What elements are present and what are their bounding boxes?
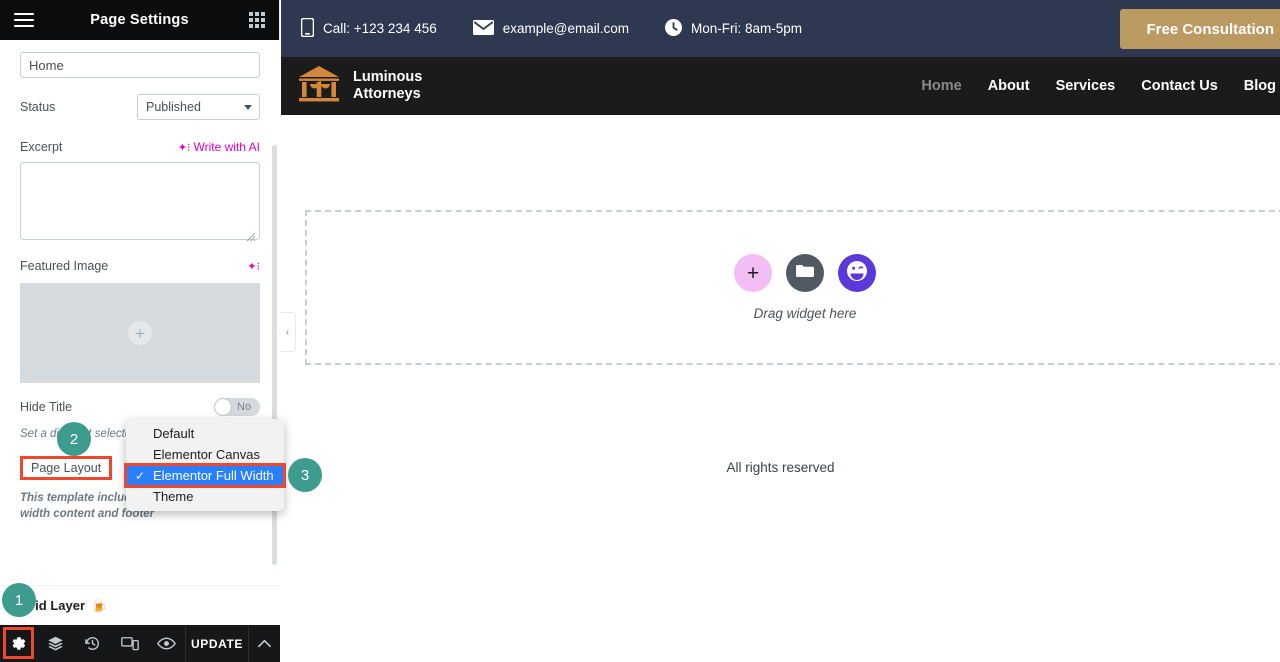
topbar-hours: Mon-Fri: 8am-5pm [664,18,802,39]
sparkle-icon: ✦⁝ [177,141,191,154]
featured-image-placeholder[interactable]: + [20,283,260,383]
ai-builder-button[interactable] [838,254,876,292]
dropdown-option-default[interactable]: Default [126,423,284,444]
responsive-mode-button[interactable] [111,625,148,662]
preview-button[interactable] [148,625,185,662]
hide-title-toggle[interactable]: No [214,398,260,416]
hide-title-label: Hide Title [20,400,73,414]
hamburger-icon[interactable] [14,13,34,27]
ai-face-icon [846,260,868,287]
dropdown-option-elementor-full-width[interactable]: ✓ Elementor Full Width [124,463,286,488]
page-title: Page Settings [90,12,189,28]
dropdown-option-label: Elementor Full Width [153,468,274,483]
site-navbar: Luminous Attorneys Home About Services C… [281,57,1280,115]
brand-line-1: Luminous [353,68,423,85]
clock-icon [664,18,682,39]
hide-title-value: No [237,401,252,413]
beer-mug-icon: 🍺 [91,597,108,613]
topbar-phone[interactable]: Call: +123 234 456 [300,17,437,40]
add-element-button[interactable]: + [734,254,772,292]
elementor-settings-panel: Page Settings Status Published Excerpt ✦… [0,0,280,662]
toggle-knob [215,399,231,415]
excerpt-textarea[interactable] [20,162,260,240]
nav-link-services[interactable]: Services [1056,78,1116,94]
panel-header: Page Settings [0,0,279,40]
editor-bottom-toolbar: UPDATE [0,625,280,662]
navigator-layers-button[interactable] [37,625,74,662]
excerpt-label: Excerpt [20,140,63,154]
status-select[interactable]: Published [137,94,260,120]
sparkle-icon[interactable]: ✦⁝ [247,260,260,273]
dropdown-option-label: Default [153,426,195,441]
history-button[interactable] [74,625,111,662]
dropdown-option-elementor-canvas[interactable]: Elementor Canvas [126,444,284,465]
scales-courthouse-icon [297,64,341,109]
dropdown-option-label: Elementor Canvas [153,447,260,462]
step-badge-2: 2 [57,422,91,456]
page-title-input[interactable] [20,52,260,78]
site-nav-links: Home About Services Contact Us Blog [921,78,1280,94]
widget-dropzone[interactable]: + Drag widget here [305,210,1280,365]
write-with-ai-button[interactable]: ✦⁝ Write with AI [178,140,260,154]
topbar-hours-text: Mon-Fri: 8am-5pm [690,21,802,36]
panel-collapse-arrow[interactable]: ‹ [280,312,296,352]
app-root: Call: +123 234 456 example@email.com Mon… [0,0,1280,662]
dropdown-option-theme[interactable]: Theme [126,486,284,507]
check-icon: ✓ [135,468,146,483]
dropzone-buttons: + [734,254,876,292]
settings-gear-button[interactable] [0,625,37,662]
topbar-email-text: example@email.com [502,21,629,36]
template-library-button[interactable] [786,254,824,292]
brand-line-2: Attorneys [353,86,421,102]
nav-link-home[interactable]: Home [921,78,961,94]
topbar-phone-text: Call: +123 234 456 [323,21,437,36]
topbar-email[interactable]: example@email.com [472,19,629,38]
chevron-up-icon[interactable] [248,625,280,662]
site-logo[interactable]: Luminous Attorneys [297,64,422,109]
editor-canvas: Call: +123 234 456 example@email.com Mon… [281,0,1280,662]
grid-menu-icon[interactable] [249,12,265,28]
folder-icon [796,264,814,283]
site-topbar: Call: +123 234 456 example@email.com Mon… [281,0,1280,57]
step-badge-3: 3 [288,458,322,492]
dropdown-option-label: Theme [153,489,194,504]
nav-link-about[interactable]: About [988,78,1030,94]
envelope-icon [472,19,494,38]
write-with-ai-label: Write with AI [193,140,260,154]
step-badge-1: 1 [2,583,36,617]
free-consultation-button[interactable]: Free Consultation [1120,9,1280,49]
site-footer-text: All rights reserved [726,460,835,475]
page-layout-label[interactable]: Page Layout [20,455,113,480]
status-label: Status [20,100,56,114]
grid-layer-item[interactable]: Grid Layer 🍺 [0,585,280,625]
nav-link-blog[interactable]: Blog [1244,78,1276,94]
featured-image-label: Featured Image [20,259,109,273]
update-button[interactable]: UPDATE [185,625,248,662]
plus-icon: + [128,321,152,345]
mobile-phone-icon [300,17,315,40]
dropzone-caption: Drag widget here [753,306,857,321]
nav-link-contact-us[interactable]: Contact Us [1141,78,1218,94]
page-layout-dropdown[interactable]: Default Elementor Canvas ✓ Elementor Ful… [124,419,286,511]
status-select-value[interactable]: Published [137,94,260,120]
chevron-down-icon [244,105,252,110]
